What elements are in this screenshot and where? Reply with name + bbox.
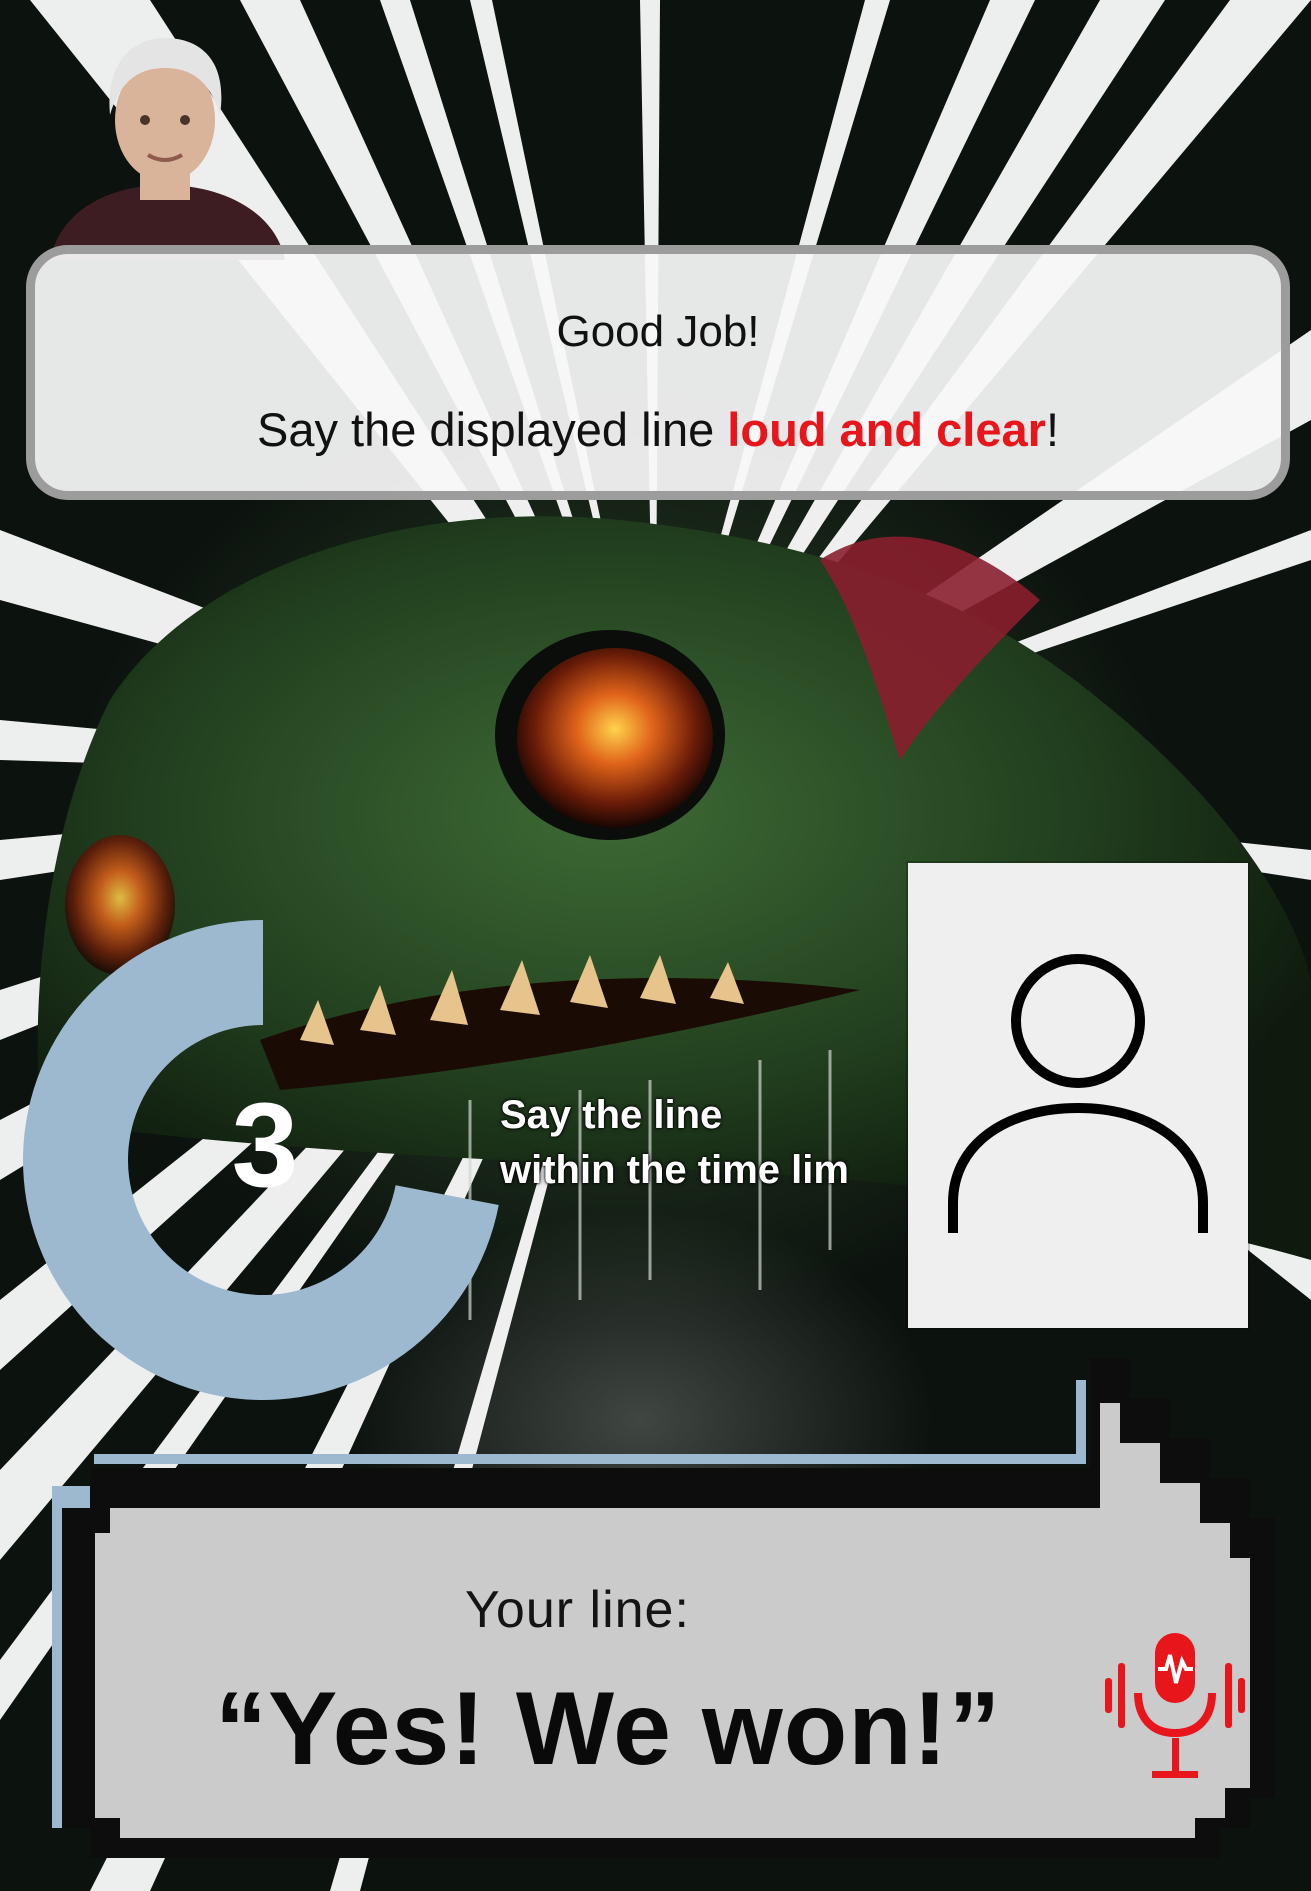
microphone-icon[interactable] bbox=[1100, 1633, 1250, 1783]
time-limit-hint: Say the line within the time lim bbox=[500, 1088, 920, 1198]
player-camera-card bbox=[908, 863, 1248, 1328]
hint-line-2: within the time lim bbox=[500, 1148, 849, 1192]
instruction-emphasis: loud and clear bbox=[727, 403, 1046, 456]
user-icon bbox=[948, 954, 1208, 1233]
dialog-instruction: Say the displayed line loud and clear! bbox=[35, 402, 1281, 457]
instruction-end: ! bbox=[1045, 403, 1059, 456]
countdown-number: 3 bbox=[231, 1078, 299, 1212]
instruction-dialog: Good Job! Say the displayed line loud an… bbox=[26, 245, 1290, 500]
dialog-title: Good Job! bbox=[556, 307, 760, 356]
instruction-text: Say the displayed line bbox=[256, 403, 728, 456]
hint-line-1: Say the line bbox=[500, 1093, 723, 1137]
line-quote: “Yes! We won!” bbox=[215, 1671, 1002, 1787]
your-line-label: Your line: bbox=[465, 1581, 690, 1639]
host-avatar bbox=[50, 38, 285, 260]
